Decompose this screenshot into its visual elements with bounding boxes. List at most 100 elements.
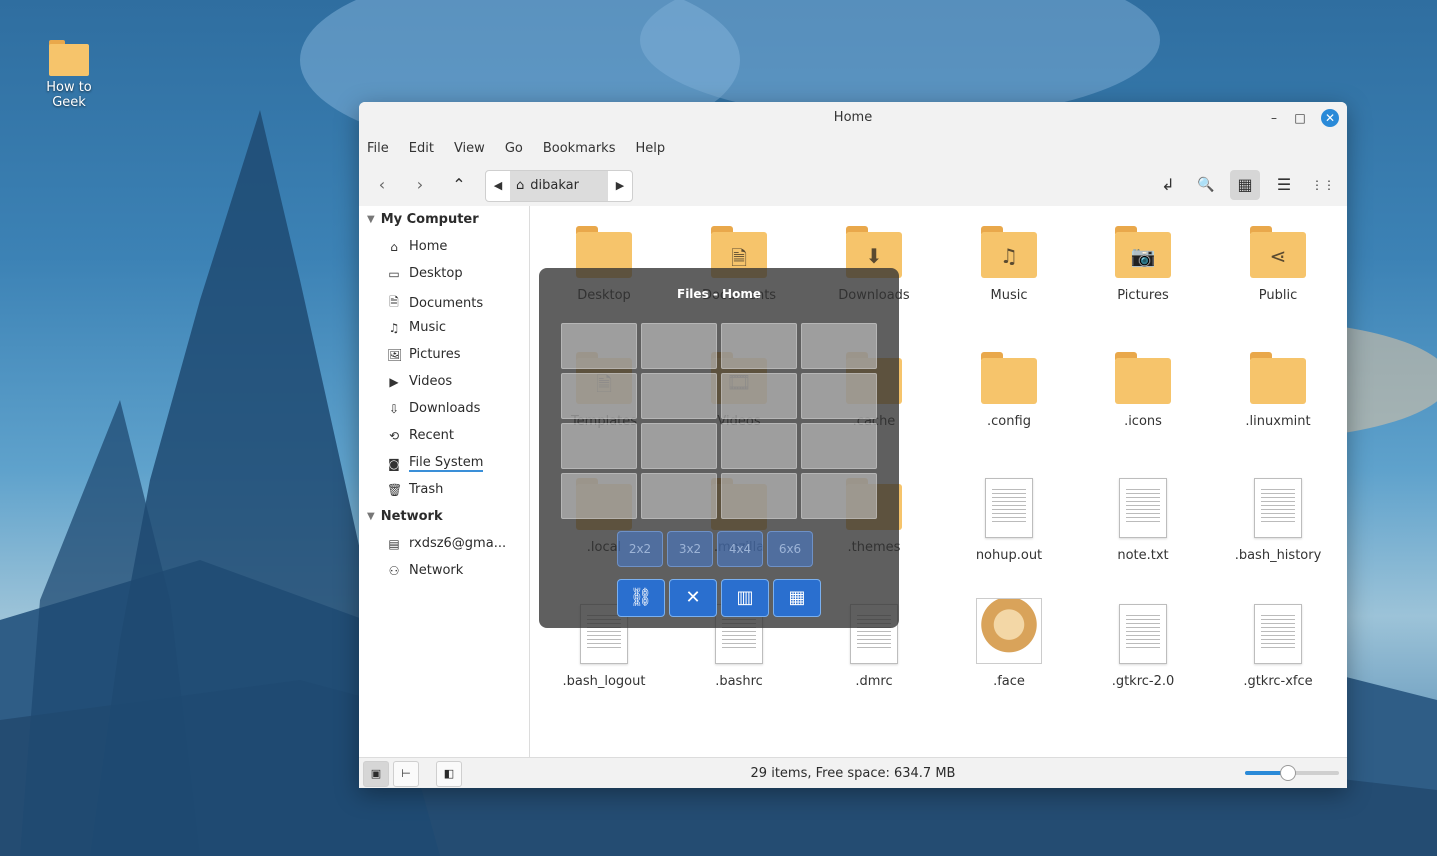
- file-item-label: Public: [1258, 288, 1298, 303]
- file-item[interactable]: ⋖ Public: [1218, 226, 1338, 303]
- tile-cell[interactable]: [801, 323, 877, 369]
- menu-file[interactable]: File: [367, 141, 389, 156]
- file-item-label: .gtkrc-2.0: [1111, 674, 1175, 689]
- preset-6x6-button[interactable]: 6x6: [767, 531, 813, 567]
- text-file-icon: [1083, 604, 1203, 664]
- menu-edit[interactable]: Edit: [409, 141, 434, 156]
- titlebar[interactable]: Home – □ ✕: [359, 102, 1347, 134]
- menu-bookmarks[interactable]: Bookmarks: [543, 141, 616, 156]
- file-item-label: .icons: [1124, 414, 1162, 429]
- sidebar-section-my-computer[interactable]: ▼ My Computer: [367, 212, 479, 227]
- tile-cell[interactable]: [721, 373, 797, 419]
- maximize-button[interactable]: □: [1291, 109, 1309, 127]
- sidebar-item-label: File System: [409, 455, 484, 472]
- file-item[interactable]: ♫ Music: [949, 226, 1069, 303]
- tile-cell[interactable]: [641, 373, 717, 419]
- tile-cell[interactable]: [561, 473, 637, 519]
- folder-icon: [49, 40, 89, 76]
- sidebar-section-network[interactable]: ▼ Network: [367, 509, 443, 524]
- file-item[interactable]: .face: [949, 598, 1069, 689]
- up-button[interactable]: ⌃: [444, 170, 474, 200]
- back-button[interactable]: ‹: [367, 170, 397, 200]
- layout-a-button[interactable]: ▥: [721, 579, 769, 617]
- breadcrumb-label: dibakar: [530, 178, 579, 193]
- file-item[interactable]: .icons: [1083, 352, 1203, 429]
- preset-4x4-button[interactable]: 4x4: [717, 531, 763, 567]
- sidebar-item-label: Trash: [409, 482, 444, 497]
- close-button[interactable]: ✕: [1321, 109, 1339, 127]
- file-item[interactable]: note.txt: [1083, 478, 1203, 563]
- desktop-folder-how-to-geek[interactable]: How to Geek: [28, 40, 110, 110]
- close-tile-button[interactable]: ✕: [669, 579, 717, 617]
- sidebar-item-file-system[interactable]: ◙ File System: [387, 455, 484, 472]
- toggle-location-button[interactable]: ↲: [1153, 170, 1183, 200]
- server-icon: ▤: [388, 536, 400, 551]
- action-row: ⛓ ✕ ▥ ▦: [617, 579, 821, 617]
- sidebar-item-recent[interactable]: ⟲ Recent: [387, 428, 454, 443]
- tile-cell[interactable]: [721, 473, 797, 519]
- minimize-button[interactable]: –: [1265, 109, 1283, 127]
- search-button[interactable]: 🔍: [1191, 170, 1221, 200]
- tile-cell[interactable]: [561, 423, 637, 469]
- image-thumbnail-icon: [949, 598, 1069, 664]
- icon-view-button[interactable]: ▦: [1230, 170, 1260, 200]
- sidebar-item-label: Network: [409, 563, 464, 578]
- chevron-down-icon: ▼: [367, 214, 375, 225]
- file-item[interactable]: nohup.out: [949, 478, 1069, 563]
- file-item[interactable]: .gtkrc-xfce: [1218, 604, 1338, 689]
- sidebar-item-pictures[interactable]: 🖼 Pictures: [387, 347, 460, 362]
- sidebar-item-label: Home: [409, 239, 448, 254]
- preset-2x2-button[interactable]: 2x2: [617, 531, 663, 567]
- file-item[interactable]: 📷 Pictures: [1083, 226, 1203, 303]
- preset-3x2-button[interactable]: 3x2: [667, 531, 713, 567]
- menu-help[interactable]: Help: [635, 141, 665, 156]
- tile-cell[interactable]: [641, 323, 717, 369]
- sidebar-item-downloads[interactable]: ⇩ Downloads: [387, 401, 480, 416]
- menu-view[interactable]: View: [454, 141, 485, 156]
- tile-cell[interactable]: [801, 423, 877, 469]
- tile-cell[interactable]: [561, 373, 637, 419]
- sidebar-item-desktop[interactable]: ▭ Desktop: [387, 266, 462, 281]
- sidebar-item-home[interactable]: ⌂ Home: [387, 239, 447, 254]
- status-text: 29 items, Free space: 634.7 MB: [750, 766, 956, 781]
- file-item[interactable]: .config: [949, 352, 1069, 429]
- folder-icon: ♫: [949, 226, 1069, 278]
- tile-cell[interactable]: [721, 423, 797, 469]
- download-icon: ⇩: [388, 401, 400, 416]
- tile-cell[interactable]: [641, 423, 717, 469]
- sidebar-item-videos[interactable]: ▶ Videos: [387, 374, 452, 389]
- file-item[interactable]: .bash_history: [1218, 478, 1338, 563]
- breadcrumb-home-segment[interactable]: ⌂ dibakar: [510, 171, 608, 201]
- sidebar-item-music[interactable]: ♫ Music: [387, 320, 446, 335]
- list-view-button[interactable]: ☰: [1269, 170, 1299, 200]
- layout-b-button[interactable]: ▦: [773, 579, 821, 617]
- text-file-icon: [1218, 604, 1338, 664]
- sidebar-item-label: Pictures: [409, 347, 461, 362]
- breadcrumb-left-button[interactable]: ◀: [486, 171, 510, 201]
- breadcrumb-right-button[interactable]: ▶: [608, 171, 632, 201]
- tile-grid: [561, 323, 877, 519]
- menu-go[interactable]: Go: [505, 141, 523, 156]
- compact-view-button[interactable]: ⋮⋮: [1308, 170, 1338, 200]
- sidebar-item-label: Recent: [409, 428, 454, 443]
- link-button[interactable]: ⛓: [617, 579, 665, 617]
- file-item-label: note.txt: [1117, 548, 1169, 563]
- folder-icon: [949, 352, 1069, 404]
- file-item-label: Pictures: [1117, 288, 1169, 303]
- tile-cell[interactable]: [561, 323, 637, 369]
- forward-button[interactable]: ›: [405, 170, 435, 200]
- tile-cell[interactable]: [721, 323, 797, 369]
- folder-icon: ⋖: [1218, 226, 1338, 278]
- network-icon: ⚇: [388, 563, 400, 578]
- file-item[interactable]: .linuxmint: [1218, 352, 1338, 429]
- zoom-slider[interactable]: [1245, 765, 1339, 781]
- sidebar-item-remote-share[interactable]: ▤ rxdsz6@gma...: [387, 536, 506, 551]
- tile-cell[interactable]: [801, 473, 877, 519]
- tile-cell[interactable]: [641, 473, 717, 519]
- sidebar-item-network[interactable]: ⚇ Network: [387, 563, 464, 578]
- sidebar-item-trash[interactable]: 🗑 Trash: [387, 482, 443, 497]
- file-item[interactable]: .gtkrc-2.0: [1083, 604, 1203, 689]
- file-item-label: .gtkrc-xfce: [1243, 674, 1313, 689]
- tile-cell[interactable]: [801, 373, 877, 419]
- sidebar-item-documents[interactable]: 🗎 Documents: [387, 293, 483, 314]
